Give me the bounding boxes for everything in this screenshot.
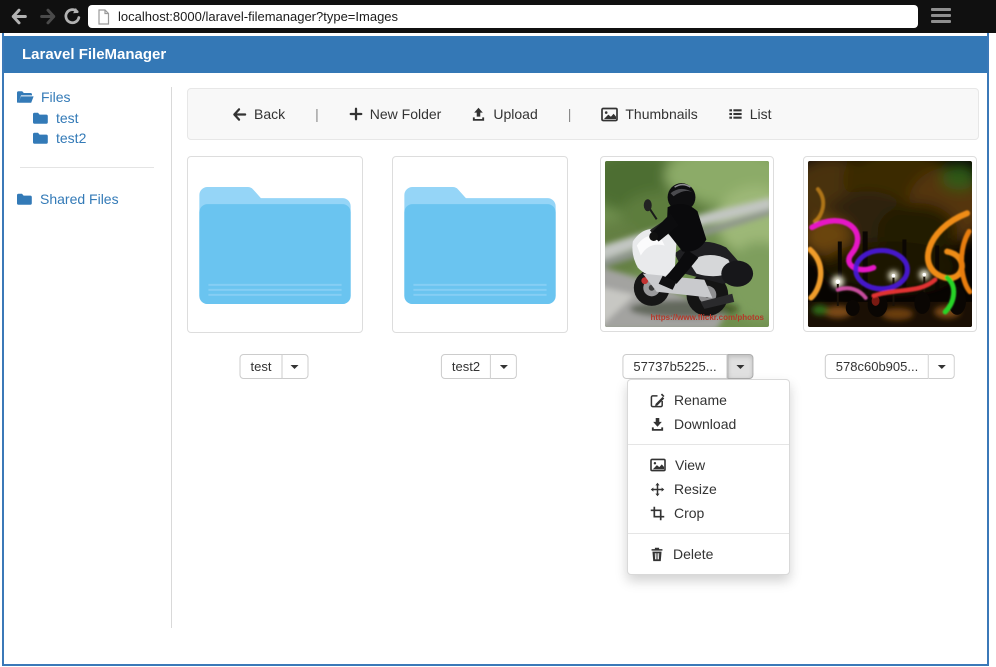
item-buttons-test: test [240, 354, 309, 379]
crop-icon [650, 506, 665, 521]
url-bar[interactable]: localhost:8000/laravel-filemanager?type=… [88, 5, 918, 28]
folder-icon [199, 187, 351, 304]
item-name-button[interactable]: 57737b5225... [622, 354, 727, 379]
upload-icon [471, 107, 486, 122]
browser-chrome: localhost:8000/laravel-filemanager?type=… [0, 0, 996, 33]
folder-icon [16, 192, 33, 206]
folder-card-test2[interactable] [392, 156, 568, 333]
item-name-button[interactable]: test [240, 354, 283, 379]
toolbar-separator: | [315, 106, 319, 122]
dropdown-toggle-button[interactable] [282, 354, 308, 379]
hamburger-menu-icon[interactable] [931, 8, 951, 26]
download-icon [650, 417, 665, 432]
item-context-menu: Rename Download View Resize Crop [627, 379, 790, 575]
edit-icon [650, 393, 665, 408]
menu-item-label: Download [674, 416, 736, 432]
sidebar-item-label: test [56, 110, 79, 126]
list-icon [728, 107, 743, 121]
image-thumbnail-lightpainting[interactable] [808, 161, 972, 327]
sidebar-vertical-divider [171, 87, 172, 628]
thumbnails-label: Thumbnails [625, 106, 697, 122]
item-buttons-image2: 578c60b905... [825, 354, 955, 379]
sidebar-item-label: Files [41, 89, 71, 105]
back-label: Back [254, 106, 285, 122]
image-card-scooter[interactable]: https://www.flickr.com/photos [600, 156, 774, 332]
sidebar-item-test[interactable]: test [32, 110, 79, 126]
list-view-button[interactable]: List [728, 106, 772, 122]
filemanager-page: Laravel FileManager Files test test2 Sha… [2, 33, 989, 666]
browser-back-icon[interactable] [9, 7, 28, 31]
menu-item-download[interactable]: Download [628, 412, 789, 436]
menu-divider [628, 533, 789, 534]
plus-icon [349, 107, 363, 121]
app-navbar: Laravel FileManager [4, 36, 987, 73]
sidebar-item-label: Shared Files [40, 191, 119, 207]
browser-forward-icon[interactable] [39, 7, 58, 31]
image-icon [601, 107, 618, 122]
upload-button[interactable]: Upload [471, 106, 537, 122]
image-card-lightpainting[interactable] [803, 156, 977, 332]
menu-item-resize[interactable]: Resize [628, 477, 789, 501]
list-label: List [750, 106, 772, 122]
sidebar-divider [20, 167, 154, 168]
menu-item-label: Delete [673, 546, 713, 562]
move-icon [650, 482, 665, 497]
dropdown-toggle-button[interactable] [929, 354, 955, 379]
folder-icon [32, 111, 49, 125]
sidebar-item-test2[interactable]: test2 [32, 130, 86, 146]
menu-item-rename[interactable]: Rename [628, 388, 789, 412]
dropdown-toggle-button[interactable] [491, 354, 517, 379]
browser-reload-icon[interactable] [63, 7, 82, 31]
image-icon [650, 458, 666, 472]
sidebar-item-label: test2 [56, 130, 86, 146]
folder-card-test[interactable] [187, 156, 363, 333]
item-name-button[interactable]: 578c60b905... [825, 354, 929, 379]
menu-divider [628, 444, 789, 445]
menu-item-label: Rename [674, 392, 727, 408]
caret-down-icon [500, 365, 508, 369]
sidebar-item-shared-files[interactable]: Shared Files [16, 191, 119, 207]
trash-icon [650, 547, 664, 562]
menu-item-label: Crop [674, 505, 704, 521]
item-name-button[interactable]: test2 [441, 354, 491, 379]
document-icon [97, 9, 110, 25]
folder-icon [404, 187, 556, 304]
toolbar-separator: | [568, 106, 572, 122]
item-buttons-test2: test2 [441, 354, 517, 379]
url-text[interactable]: localhost:8000/laravel-filemanager?type=… [118, 9, 398, 24]
item-buttons-image1: 57737b5225... [622, 354, 753, 379]
menu-item-label: View [675, 457, 705, 473]
app-title: Laravel FileManager [22, 46, 166, 63]
thumbnails-button[interactable]: Thumbnails [601, 106, 697, 122]
menu-item-crop[interactable]: Crop [628, 501, 789, 525]
new-folder-button[interactable]: New Folder [349, 106, 442, 122]
toolbar: Back | New Folder Upload | Thumbnails [187, 88, 979, 140]
back-button[interactable]: Back [232, 106, 285, 122]
upload-label: Upload [493, 106, 537, 122]
image-watermark: https://www.flickr.com/photos [651, 313, 765, 322]
menu-item-view[interactable]: View [628, 453, 789, 477]
caret-down-icon [291, 365, 299, 369]
menu-item-label: Resize [674, 481, 717, 497]
folder-open-icon [16, 90, 34, 104]
arrow-left-icon [232, 107, 247, 122]
menu-item-delete[interactable]: Delete [628, 542, 789, 566]
image-thumbnail-scooter[interactable]: https://www.flickr.com/photos [605, 161, 769, 327]
caret-down-icon [938, 365, 946, 369]
sidebar-item-files-root[interactable]: Files [16, 89, 71, 105]
dropdown-toggle-button-open[interactable] [728, 354, 754, 379]
new-folder-label: New Folder [370, 106, 442, 122]
folder-icon [32, 131, 49, 145]
caret-down-icon [737, 365, 745, 369]
